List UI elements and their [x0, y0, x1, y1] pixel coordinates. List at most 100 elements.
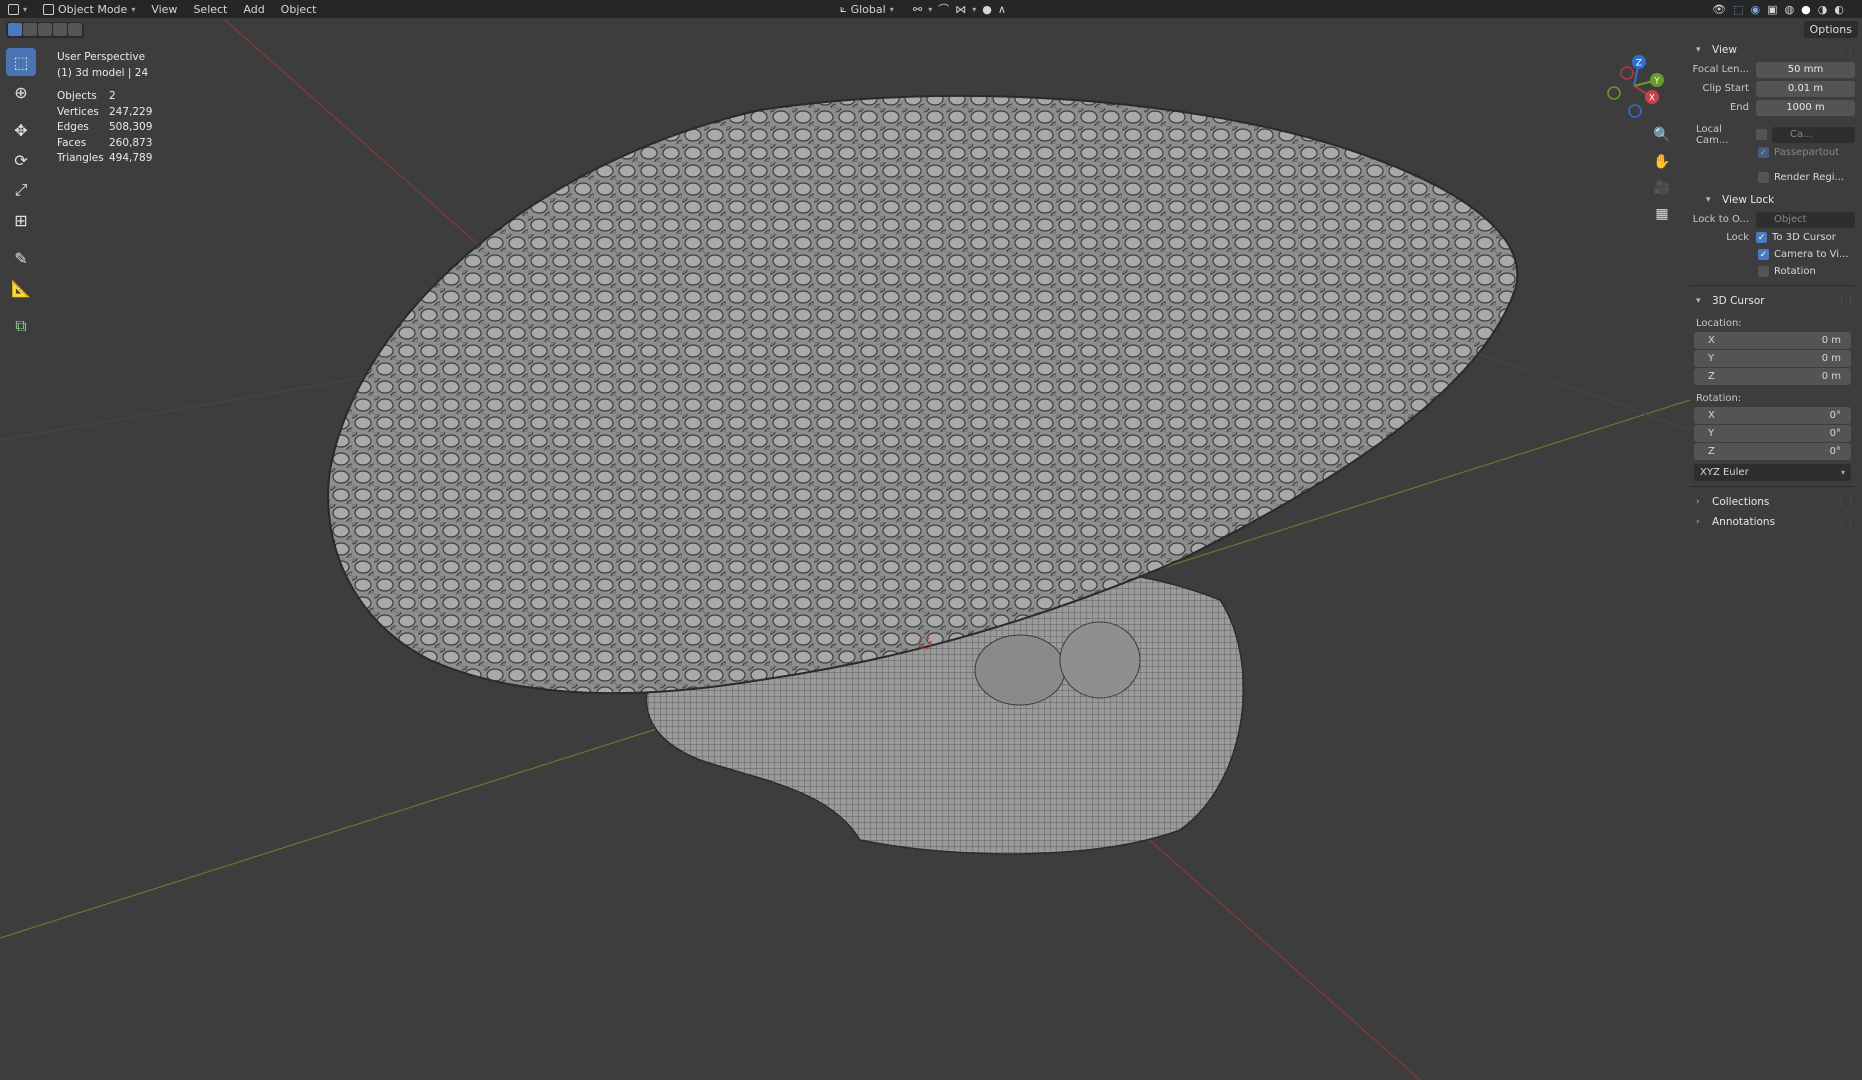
- object-mode-icon: [43, 3, 55, 15]
- scale-icon: ⤢: [14, 180, 28, 199]
- clip-end-row: End 1000 m: [1690, 98, 1855, 117]
- cursor-rotation-x[interactable]: X 0°: [1694, 407, 1851, 424]
- render-region-label: Render Regi...: [1774, 172, 1845, 183]
- rotation-mode-select[interactable]: XYZ Euler ▾: [1694, 464, 1851, 481]
- to-3d-cursor-label: To 3D Cursor: [1772, 232, 1836, 243]
- annotate-tool[interactable]: ✎: [6, 244, 36, 272]
- camera-view-button[interactable]: 🎥: [1650, 176, 1674, 200]
- chevron-right-icon: ›: [1696, 497, 1700, 507]
- navigation-gizmo[interactable]: Z Y X: [1598, 50, 1670, 122]
- ortho-toggle-button[interactable]: ▦: [1650, 202, 1674, 226]
- select-subtract-icon[interactable]: [38, 23, 52, 36]
- drag-handle-icon[interactable]: ⋮⋮: [1837, 45, 1855, 55]
- stat-label: Faces: [57, 136, 87, 149]
- cursor-location-z[interactable]: Z 0 m: [1694, 368, 1851, 385]
- grid-icon: ▦: [1655, 206, 1669, 222]
- view-panel-header[interactable]: ▾ View ⋮⋮: [1690, 40, 1855, 60]
- gizmo-neg-x[interactable]: [1620, 66, 1634, 80]
- location-label: Location:: [1696, 318, 1742, 329]
- local-camera-checkbox[interactable]: [1756, 129, 1767, 140]
- drag-handle-icon[interactable]: ⋮⋮: [1837, 517, 1855, 527]
- menu-add[interactable]: Add: [235, 0, 272, 18]
- value: 0°: [1829, 428, 1841, 439]
- stat-value: 2: [109, 90, 116, 102]
- select-extend-icon[interactable]: [23, 23, 37, 36]
- mesh-bump: [1059, 621, 1141, 699]
- cursor-rotation-y[interactable]: Y 0°: [1694, 425, 1851, 442]
- add-cube-tool[interactable]: ⧉: [6, 312, 36, 340]
- local-camera-label: Local Cam...: [1696, 123, 1729, 146]
- chevron-down-icon: ▾: [131, 4, 136, 14]
- viewport-scene[interactable]: [0, 0, 1862, 1080]
- stat-label: Triangles: [57, 152, 104, 164]
- lock-rotation-checkbox[interactable]: [1758, 266, 1769, 277]
- lock-to-object-field[interactable]: Object: [1756, 211, 1855, 228]
- clip-start-field[interactable]: 0.01 m: [1756, 80, 1855, 97]
- passepartout-checkbox[interactable]: ✓: [1758, 147, 1769, 158]
- select-new-icon[interactable]: [8, 23, 22, 36]
- 3d-cursor-panel-header[interactable]: ▾ 3D Cursor ⋮⋮: [1690, 291, 1855, 311]
- rotation-label: Rotation:: [1696, 393, 1742, 404]
- annotate-icon: ✎: [14, 248, 28, 268]
- collections-panel-header[interactable]: › Collections ⋮⋮: [1690, 492, 1855, 512]
- cursor-location-x[interactable]: X 0 m: [1694, 332, 1851, 349]
- menu-view[interactable]: View: [143, 0, 185, 18]
- snapping-tools[interactable]: ⚯ ▾ ⌒ ⋈ ▾ ● ∧: [905, 0, 1014, 18]
- mode-selector[interactable]: Object Mode ▾: [35, 0, 143, 18]
- gizmo-neg-y[interactable]: [1607, 86, 1621, 100]
- panel-title: View: [1712, 44, 1737, 56]
- select-box-tool[interactable]: ⬚: [6, 48, 36, 76]
- cursor-location-y[interactable]: Y 0 m: [1694, 350, 1851, 367]
- select-intersect-icon[interactable]: [53, 23, 67, 36]
- lock-to-object-row: Lock to O... Object: [1690, 210, 1855, 229]
- measure-tool[interactable]: 📐: [6, 274, 36, 302]
- gizmo-y-label: Y: [1653, 77, 1660, 87]
- tool-shelf: ⬚ ⊕ ✥ ⟳ ⤢ ⊞ ✎ 📐 ⧉: [6, 48, 36, 340]
- chevron-down-icon: ▾: [1706, 195, 1711, 205]
- move-tool[interactable]: ✥: [6, 116, 36, 144]
- stat-value: 247,229: [109, 105, 153, 118]
- gizmo-neg-z[interactable]: [1628, 104, 1642, 118]
- focal-length-field[interactable]: 50 mm: [1756, 61, 1855, 78]
- value: 0°: [1829, 410, 1841, 421]
- clip-end-field[interactable]: 1000 m: [1756, 99, 1855, 116]
- options-button[interactable]: Options: [1803, 21, 1858, 38]
- value: 0 m: [1821, 335, 1841, 346]
- drag-handle-icon[interactable]: ⋮⋮: [1837, 497, 1855, 507]
- annotations-panel-header[interactable]: › Annotations ⋮⋮: [1690, 512, 1855, 532]
- pan-button[interactable]: ✋: [1650, 150, 1674, 174]
- focal-length-row: Focal Len... 50 mm: [1690, 60, 1855, 79]
- cursor-tool[interactable]: ⊕: [6, 78, 36, 106]
- xray-icon: ▣: [1767, 2, 1778, 16]
- transform-orientation-selector[interactable]: ⟀ Global ▾: [832, 0, 902, 18]
- cursor-rotation-z[interactable]: Z 0°: [1694, 443, 1851, 460]
- transform-tool[interactable]: ⊞: [6, 206, 36, 234]
- select-invert-icon[interactable]: [68, 23, 82, 36]
- rotate-tool[interactable]: ⟳: [6, 146, 36, 174]
- mode-label: Object Mode: [58, 2, 128, 16]
- view-name: User Perspective: [57, 51, 146, 63]
- rotate-icon: ⟳: [14, 150, 28, 170]
- clip-end-label: End: [1729, 102, 1749, 113]
- selection-mode-buttons[interactable]: [6, 22, 84, 38]
- snap-icon: ⌒: [938, 3, 950, 16]
- render-region-checkbox[interactable]: [1758, 172, 1769, 183]
- viewport-shading-controls[interactable]: 👁 ⬚ ◉ ▣ ◍ ● ◑ ◐: [1704, 0, 1852, 18]
- camera-to-view-checkbox[interactable]: ✓: [1758, 249, 1769, 260]
- menu-object[interactable]: Object: [273, 0, 325, 18]
- overlay-toggle-icon: ◉: [1750, 2, 1761, 16]
- zoom-icon: 🔍: [1653, 127, 1671, 143]
- scale-tool[interactable]: ⤢: [6, 176, 36, 204]
- select-box-icon: ⬚: [13, 52, 29, 72]
- to-3d-cursor-checkbox[interactable]: ✓: [1756, 232, 1767, 243]
- view-lock-panel-header[interactable]: ▾ View Lock: [1690, 190, 1855, 210]
- drag-handle-icon[interactable]: ⋮⋮: [1837, 296, 1855, 306]
- editor-type-button[interactable]: ▾: [0, 0, 35, 18]
- stat-value: 494,789: [109, 152, 153, 164]
- gizmo-x-label: X: [1649, 94, 1655, 104]
- passepartout-label: Passepartout: [1774, 147, 1840, 158]
- zoom-button[interactable]: 🔍: [1650, 123, 1674, 147]
- menu-select[interactable]: Select: [185, 0, 235, 18]
- axis-label: Y: [1708, 353, 1715, 364]
- local-camera-field[interactable]: Ca...: [1772, 126, 1855, 143]
